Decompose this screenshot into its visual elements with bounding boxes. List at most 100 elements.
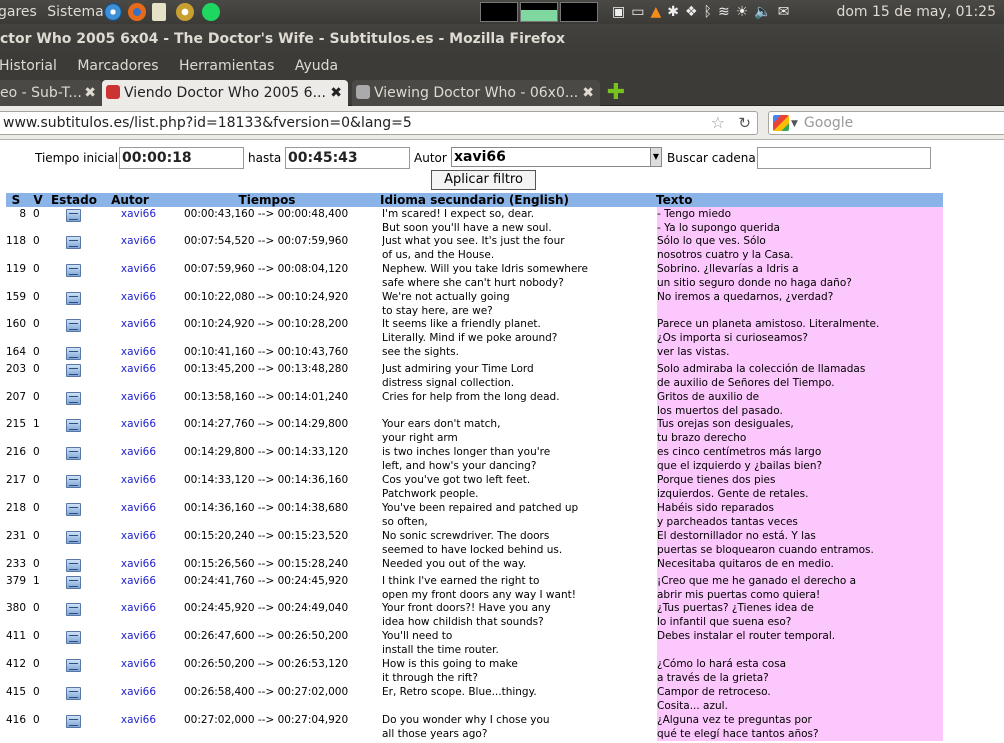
buscar-cadena-input[interactable] [757, 147, 931, 169]
cell-texto[interactable]: Tus orejas son desiguales, tu brazo derec… [657, 417, 943, 445]
tab-viewing-doctor-who[interactable]: Viewing Doctor Who - 06x0... ✖ [352, 80, 600, 106]
edit-document-icon[interactable] [66, 659, 81, 672]
cell-autor[interactable]: xavi66 [111, 390, 156, 404]
cell-autor[interactable]: xavi66 [111, 713, 156, 727]
cell-autor[interactable]: xavi66 [111, 629, 156, 643]
edit-document-icon[interactable] [66, 364, 81, 377]
cell-texto[interactable]: Parece un planeta amistoso. Literalmente… [657, 317, 943, 345]
cell-autor[interactable]: xavi66 [111, 262, 156, 276]
volume-icon[interactable]: 🔈 [754, 4, 777, 20]
cell-texto[interactable]: - Tengo miedo - Ya lo supongo querida [657, 207, 943, 235]
cell-autor[interactable]: xavi66 [111, 362, 156, 376]
menu-marcadores[interactable]: Marcadores [77, 54, 158, 78]
chromium-icon[interactable] [104, 3, 122, 21]
phone-icon[interactable]: ▣ [612, 4, 631, 20]
edit-document-icon[interactable] [66, 264, 81, 277]
cell-texto[interactable]: Habéis sido reparados y parcheados tantas… [657, 501, 943, 529]
tab-viendo-doctor-who[interactable]: Viendo Doctor Who 2005 6... ✖ [102, 80, 348, 106]
cell-texto[interactable]: ver las vistas. [657, 345, 943, 359]
chevron-down-icon[interactable]: ▼ [650, 148, 661, 166]
cell-autor[interactable]: xavi66 [111, 473, 156, 487]
cell-texto[interactable]: Sobrino. ¿llevarías a Idris a un sitio se… [657, 262, 943, 290]
edit-document-icon[interactable] [66, 347, 81, 360]
cell-autor[interactable]: xavi66 [111, 501, 156, 515]
cell-autor[interactable]: xavi66 [111, 657, 156, 671]
cell-autor[interactable]: xavi66 [111, 290, 156, 304]
url-bar[interactable]: www.subtitulos.es/list.php?id=18133&fver… [0, 111, 758, 135]
hasta-input[interactable] [285, 147, 410, 169]
battery-icon[interactable]: ▭ [631, 4, 650, 20]
menu-ayuda[interactable]: Ayuda [295, 54, 338, 78]
cell-texto[interactable]: El destornillador no está. Y las puertas … [657, 529, 943, 557]
aplicar-filtro-button[interactable]: Aplicar filtro [431, 170, 536, 190]
bug-icon[interactable]: ✱ [667, 4, 685, 20]
app-icon[interactable] [176, 3, 194, 21]
cell-autor[interactable]: xavi66 [111, 317, 156, 331]
cell-texto[interactable]: No iremos a quedarnos, ¿verdad? [657, 290, 943, 304]
wifi-icon[interactable]: ≋ [718, 4, 736, 20]
close-tab-icon[interactable]: ✖ [330, 80, 342, 106]
cell-autor[interactable]: xavi66 [111, 557, 156, 571]
system-menu[interactable]: Sistema [47, 4, 103, 20]
clock[interactable]: dom 15 de may, 01:25 [836, 0, 996, 24]
document-icon[interactable] [152, 3, 166, 21]
close-tab-icon[interactable]: ✖ [84, 80, 96, 106]
cell-texto[interactable]: Campor de retroceso. Cosita... azul. [657, 685, 943, 713]
edit-document-icon[interactable] [66, 687, 81, 700]
cell-texto[interactable]: Debes instalar el router temporal. [657, 629, 943, 643]
cell-texto[interactable]: es cinco centímetros más largo que el izq… [657, 445, 943, 473]
cell-texto[interactable]: ¿Tus puertas? ¿Tienes idea de lo infantil… [657, 601, 943, 629]
cell-texto[interactable]: Solo admiraba la colección de llamadas de… [657, 362, 943, 390]
brightness-icon[interactable]: ☀ [736, 4, 755, 20]
edit-document-icon[interactable] [66, 603, 81, 616]
cell-autor[interactable]: xavi66 [111, 445, 156, 459]
cell-texto[interactable]: ¡Creo que me he ganado el derecho a abrir… [657, 574, 943, 602]
cell-texto[interactable]: Necesitaba quitaros de en medio. [657, 557, 943, 571]
search-bar[interactable]: ▼ Google [768, 111, 1004, 135]
edit-document-icon[interactable] [66, 559, 81, 572]
reload-icon[interactable]: ↻ [738, 112, 751, 134]
new-tab-icon[interactable]: ✚ [604, 82, 628, 104]
chevron-down-icon[interactable]: ▼ [791, 119, 798, 129]
close-tab-icon[interactable]: ✖ [582, 80, 594, 106]
edit-document-icon[interactable] [66, 319, 81, 332]
cell-autor[interactable]: xavi66 [111, 345, 156, 359]
edit-document-icon[interactable] [66, 503, 81, 516]
tray-icons[interactable]: ▣▭▲✱❖ᛒ≋☀🔈✉ [612, 0, 795, 24]
cell-autor[interactable]: xavi66 [111, 529, 156, 543]
edit-document-icon[interactable] [66, 531, 81, 544]
google-icon[interactable] [773, 115, 789, 131]
tab-subtitulos-prev[interactable]: eo - Sub-T... ✖ [0, 80, 102, 106]
edit-document-icon[interactable] [66, 419, 81, 432]
cell-autor[interactable]: xavi66 [111, 234, 156, 248]
spotify-icon[interactable] [202, 3, 220, 21]
edit-document-icon[interactable] [66, 715, 81, 728]
edit-document-icon[interactable] [66, 631, 81, 644]
cell-autor[interactable]: xavi66 [111, 574, 156, 588]
edit-document-icon[interactable] [66, 475, 81, 488]
cell-autor[interactable]: xavi66 [111, 601, 156, 615]
cell-autor[interactable]: xavi66 [111, 207, 156, 221]
mail-icon[interactable]: ✉ [778, 4, 796, 20]
cell-texto[interactable]: Porque tienes dos pies izquierdos. Gente … [657, 473, 943, 501]
edit-document-icon[interactable] [66, 392, 81, 405]
cell-texto[interactable]: Gritos de auxilio de los muertos del pasa… [657, 390, 943, 418]
vlc-icon[interactable]: ▲ [650, 4, 667, 20]
tiempo-inicial-input[interactable] [119, 147, 244, 169]
menu-herramientas[interactable]: Herramientas [179, 54, 274, 78]
autor-select[interactable]: xavi66 ▼ [451, 147, 662, 167]
places-menu[interactable]: gares [0, 4, 37, 20]
cell-texto[interactable]: ¿Cómo lo hará esta cosa a través de la gr… [657, 657, 943, 685]
firefox-icon[interactable] [128, 3, 146, 21]
bluetooth-icon[interactable]: ᛒ [704, 4, 718, 20]
cell-texto[interactable]: Sólo lo que ves. Sólo nosotros cuatro y l… [657, 234, 943, 262]
cell-autor[interactable]: xavi66 [111, 417, 156, 431]
edit-document-icon[interactable] [66, 576, 81, 589]
cell-autor[interactable]: xavi66 [111, 685, 156, 699]
edit-document-icon[interactable] [66, 209, 81, 222]
bookmark-star-icon[interactable]: ☆ [711, 112, 725, 134]
menu-historial[interactable]: Historial [0, 54, 57, 78]
edit-document-icon[interactable] [66, 447, 81, 460]
cell-texto[interactable]: ¿Alguna vez te preguntas por qué te elegí… [657, 713, 943, 741]
dropbox-icon[interactable]: ❖ [685, 4, 704, 20]
